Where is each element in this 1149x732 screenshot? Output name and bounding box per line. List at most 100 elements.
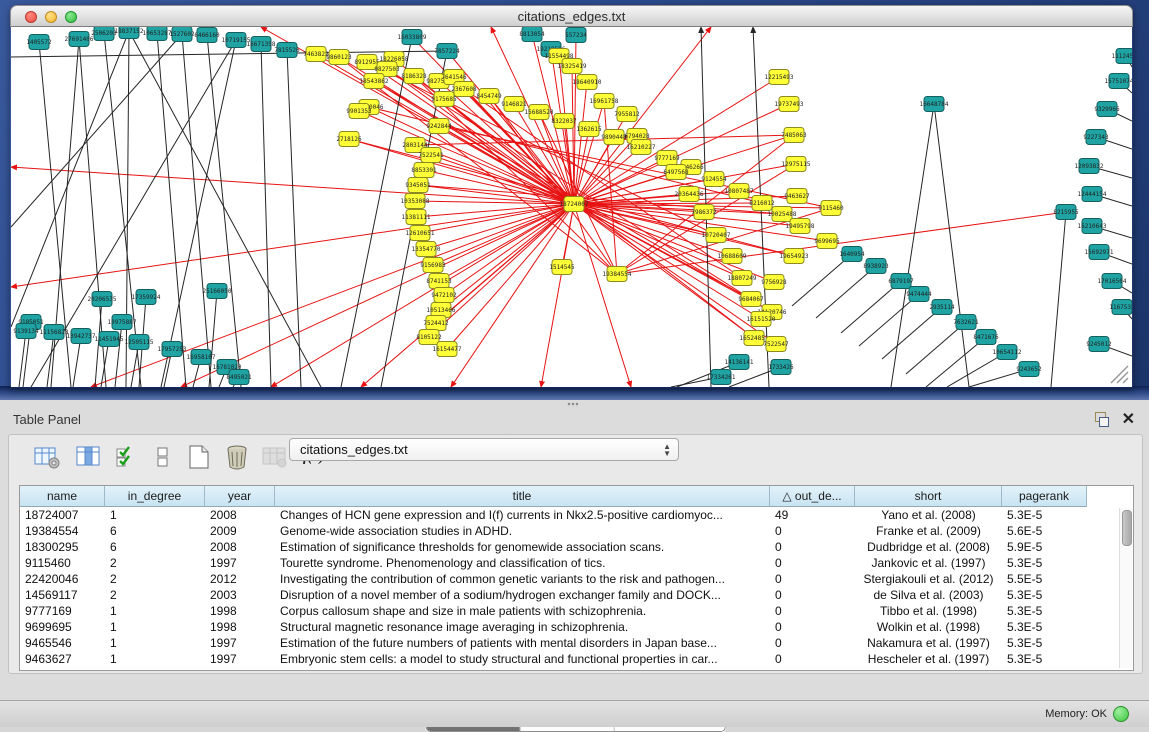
graph-node[interactable]: 27691406 (65, 32, 94, 47)
table-cell[interactable]: 1997 (205, 651, 275, 667)
new-table-icon[interactable] (185, 443, 213, 471)
graph-node[interactable]: 20206535 (88, 292, 117, 307)
graph-node[interactable]: 15751074 (1105, 74, 1132, 89)
graph-node[interactable]: 13942737 (67, 329, 96, 344)
graph-node[interactable]: 17957253 (158, 342, 187, 357)
table-cell[interactable]: Stergiakouli et al. (2012) (855, 571, 1002, 587)
graph-node[interactable]: 16210643 (1078, 219, 1107, 234)
graph-node[interactable]: 9474444 (906, 287, 932, 302)
column-header-title[interactable]: title (275, 486, 770, 507)
graph-node[interactable]: 16671358 (247, 37, 276, 52)
graph-node[interactable]: 9777169 (654, 151, 680, 166)
graph-node[interactable]: 10720407 (702, 228, 731, 243)
table-cell[interactable]: Yano et al. (2008) (855, 507, 1002, 523)
table-cell[interactable]: 9463627 (20, 651, 105, 667)
table-cell[interactable]: 1 (105, 635, 205, 651)
table-cell[interactable]: 1997 (205, 555, 275, 571)
graph-node[interactable]: 1167533 (1109, 300, 1132, 315)
graph-node[interactable]: 2367608 (451, 82, 477, 97)
graph-node[interactable]: 25166050 (203, 284, 232, 299)
table-cell[interactable]: Changes of HCN gene expression and I(f) … (275, 507, 770, 523)
table-cell[interactable]: 6 (105, 539, 205, 555)
graph-node[interactable]: 2718126 (336, 132, 362, 147)
graph-node[interactable]: 18640910 (573, 75, 602, 90)
graph-node[interactable]: 12505115 (125, 335, 154, 350)
table-row[interactable]: 1872400712008Changes of HCN gene express… (20, 507, 1120, 523)
citation-network-graph[interactable]: 1405572276914062506203188371521065328715… (11, 27, 1132, 387)
graph-node[interactable]: 16154477 (433, 342, 462, 357)
graph-node[interactable]: 16210227 (627, 140, 656, 155)
table-cell[interactable]: Franke et al. (2009) (855, 523, 1002, 539)
table-cell[interactable]: Estimation of the future numbers of pati… (275, 635, 770, 651)
graph-node[interactable]: 17016504 (1098, 274, 1127, 289)
graph-node[interactable]: 7986372 (691, 205, 717, 220)
table-cell[interactable]: 0 (770, 651, 855, 667)
graph-node[interactable]: 20364436 (675, 187, 704, 202)
table-cell[interactable]: Hescheler et al. (1997) (855, 651, 1002, 667)
select-all-icon[interactable] (113, 443, 141, 471)
graph-node[interactable]: 12093832 (1075, 159, 1104, 174)
graph-node[interactable]: 16151520 (747, 312, 776, 327)
table-cell[interactable]: 18300295 (20, 539, 105, 555)
graph-node[interactable]: 9345051 (405, 178, 431, 193)
network-view-window[interactable]: citations_edges.txt 14055722769140625062… (10, 5, 1133, 388)
graph-node[interactable]: 9890448 (601, 130, 627, 145)
graph-node[interactable]: 16648784 (920, 97, 949, 112)
graph-node[interactable]: 7815526 (274, 43, 300, 58)
table-row[interactable]: 1938455462009Genome-wide association stu… (20, 523, 1120, 539)
column-header-short[interactable]: short (855, 486, 1002, 507)
table-cell[interactable]: Tourette syndrome. Phenomenology and cla… (275, 555, 770, 571)
table-row[interactable]: 1456911722003Disruption of a novel membe… (20, 587, 1120, 603)
graph-node[interactable]: 8186328 (401, 69, 427, 84)
table-cell[interactable]: Genome-wide association studies in ADHD. (275, 523, 770, 539)
graph-node[interactable]: 8215955 (1053, 205, 1079, 220)
graph-node[interactable]: 18724007 (560, 197, 589, 212)
graph-node[interactable]: 9146821 (501, 97, 527, 112)
table-header-row[interactable]: namein_degreeyeartitle△ out_de...shortpa… (20, 486, 1120, 507)
graph-node[interactable]: 8813054 (519, 27, 545, 42)
graph-node[interactable]: 18543862 (360, 74, 389, 89)
graph-node[interactable]: 2506203 (91, 27, 117, 41)
table-cell[interactable]: Structural magnetic resonance image aver… (275, 619, 770, 635)
table-cell[interactable]: 2012 (205, 571, 275, 587)
graph-node[interactable]: 1362615 (576, 122, 602, 137)
graph-node[interactable]: 7522547 (763, 337, 789, 352)
graph-node[interactable]: 9756928 (761, 275, 787, 290)
graph-node[interactable]: 8216012 (749, 196, 775, 211)
graph-node[interactable]: 9243652 (1016, 362, 1042, 377)
table-cell[interactable]: Nakamura et al. (1997) (855, 635, 1002, 651)
graph-node[interactable]: 9860123 (326, 50, 352, 65)
graph-node[interactable]: 10975887 (108, 315, 137, 330)
graph-node[interactable]: 9139134 (13, 324, 39, 339)
graph-node[interactable]: 1640954 (839, 247, 865, 262)
float-window-icon[interactable] (1093, 412, 1109, 426)
graph-node[interactable]: 9156983 (420, 258, 446, 273)
table-cell[interactable]: 1 (105, 603, 205, 619)
table-cell[interactable]: 18724007 (20, 507, 105, 523)
table-cell[interactable]: 0 (770, 587, 855, 603)
graph-node[interactable]: 9684067 (738, 292, 764, 307)
table-cell[interactable]: 22420046 (20, 571, 105, 587)
graph-node[interactable]: 17359924 (132, 290, 161, 305)
graph-node[interactable]: 18807249 (728, 271, 757, 286)
resize-grip[interactable] (1111, 366, 1128, 383)
table-row[interactable]: 969969511998Structural magnetic resonanc… (20, 619, 1120, 635)
table-cell[interactable]: 9699695 (20, 619, 105, 635)
table-cell[interactable]: Investigating the contribution of common… (275, 571, 770, 587)
table-cell[interactable]: 9777169 (20, 603, 105, 619)
table-cell[interactable]: 5.3E-5 (1002, 507, 1087, 523)
table-row[interactable]: 946554611997Estimation of the future num… (20, 635, 1120, 651)
graph-node[interactable]: 8853301 (411, 163, 437, 178)
table-cell[interactable]: 1 (105, 507, 205, 523)
graph-node[interactable]: 15688520 (525, 105, 554, 120)
graph-node[interactable]: 557234 (565, 28, 587, 43)
graph-node[interactable]: 13354770 (412, 242, 441, 257)
graph-node[interactable]: 9463627 (784, 189, 810, 204)
graph-node[interactable]: 11156823 (40, 325, 69, 340)
graph-node[interactable]: 19495798 (786, 219, 815, 234)
graph-node[interactable]: 9901353 (346, 104, 372, 119)
graph-node[interactable]: 6879197 (888, 274, 914, 289)
table-cell[interactable]: de Silva et al. (2003) (855, 587, 1002, 603)
graph-node[interactable]: 7463822 (303, 47, 329, 62)
clear-selection-icon[interactable] (149, 443, 177, 471)
